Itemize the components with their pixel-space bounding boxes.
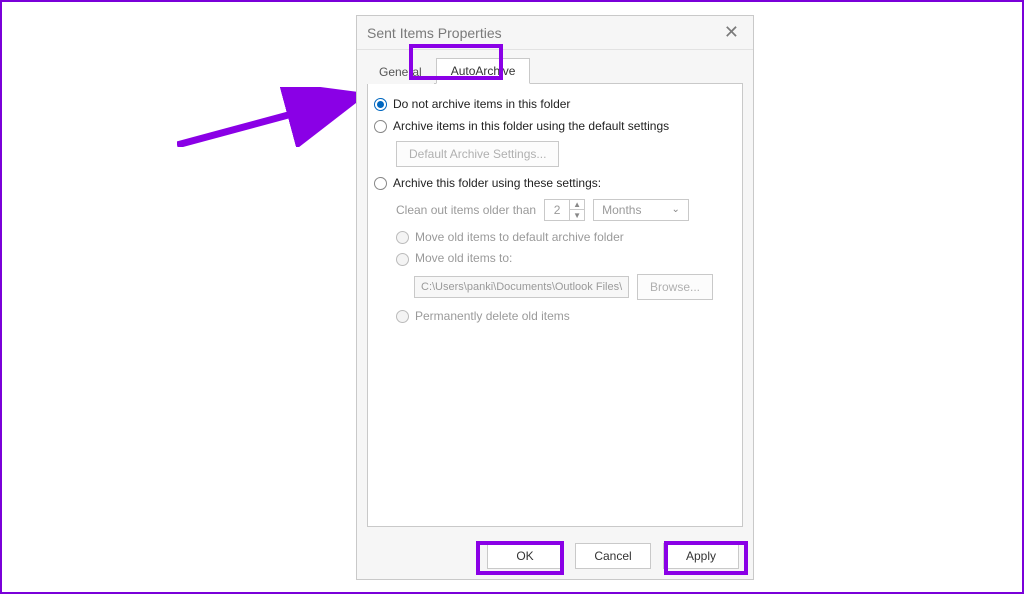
select-value: Months (602, 203, 641, 217)
annotation-arrow (177, 87, 367, 147)
radio-icon (374, 120, 387, 133)
option-permanently-delete[interactable]: Permanently delete old items (396, 306, 732, 328)
properties-dialog: Sent Items Properties ✕ General AutoArch… (356, 15, 754, 580)
option-label: Archive this folder using these settings… (393, 176, 601, 192)
dialog-button-row: OK Cancel Apply (357, 535, 753, 579)
option-move-to[interactable]: Move old items to: (396, 248, 732, 270)
browse-button[interactable]: Browse... (637, 274, 713, 300)
default-archive-settings-button[interactable]: Default Archive Settings... (396, 141, 559, 167)
tab-panel-autoarchive: Do not archive items in this folder Arch… (367, 83, 743, 527)
chevron-down-icon[interactable]: ▼ (570, 210, 584, 220)
option-label: Move old items to: (415, 251, 512, 267)
stepper-value: 2 (545, 200, 569, 220)
close-icon[interactable]: ✕ (720, 22, 743, 43)
radio-icon (396, 231, 409, 244)
tab-general[interactable]: General (367, 60, 434, 84)
option-label: Archive items in this folder using the d… (393, 119, 669, 135)
cleanout-unit-select[interactable]: Months ⌄ (593, 199, 689, 221)
cancel-button[interactable]: Cancel (575, 543, 651, 569)
apply-button[interactable]: Apply (663, 543, 739, 569)
radio-icon (396, 310, 409, 323)
tab-autoarchive[interactable]: AutoArchive (436, 58, 531, 84)
tab-strip: General AutoArchive (357, 50, 753, 84)
cleanout-label: Clean out items older than (396, 203, 536, 217)
radio-icon (396, 253, 409, 266)
chevron-down-icon: ⌄ (671, 204, 679, 215)
ok-button[interactable]: OK (487, 543, 563, 569)
option-label: Move old items to default archive folder (415, 230, 624, 246)
option-do-not-archive[interactable]: Do not archive items in this folder (374, 94, 732, 116)
cleanout-row: Clean out items older than 2 ▲ ▼ Months … (396, 199, 732, 221)
cleanout-age-stepper[interactable]: 2 ▲ ▼ (544, 199, 585, 221)
titlebar: Sent Items Properties ✕ (357, 16, 753, 50)
chevron-up-icon[interactable]: ▲ (570, 200, 584, 211)
option-move-default-folder[interactable]: Move old items to default archive folder (396, 227, 732, 249)
option-label: Permanently delete old items (415, 309, 570, 325)
option-label: Do not archive items in this folder (393, 97, 570, 113)
archive-path-field[interactable]: C:\Users\panki\Documents\Outlook Files\ (414, 276, 629, 298)
dialog-title: Sent Items Properties (367, 25, 502, 41)
move-path-row: C:\Users\panki\Documents\Outlook Files\ … (414, 274, 732, 300)
option-archive-custom[interactable]: Archive this folder using these settings… (374, 173, 732, 195)
radio-icon (374, 177, 387, 190)
option-archive-default[interactable]: Archive items in this folder using the d… (374, 116, 732, 138)
radio-icon (374, 98, 387, 111)
